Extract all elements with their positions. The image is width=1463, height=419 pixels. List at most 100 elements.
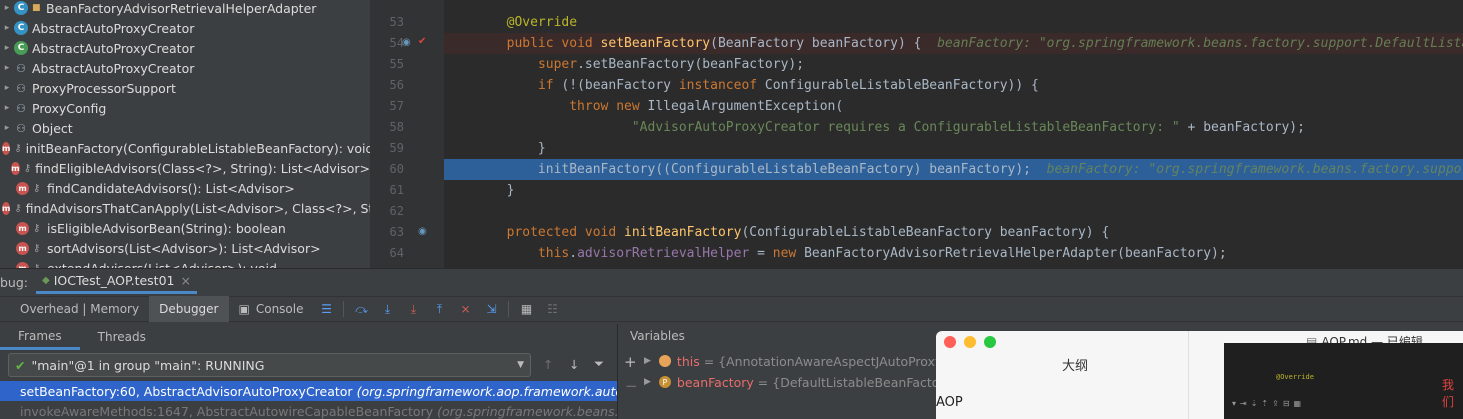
tab-debugger[interactable]: Debugger <box>149 296 229 322</box>
outline-item[interactable]: AOP <box>936 395 963 410</box>
code-line[interactable]: super.setBeanFactory(beanFactory); <box>444 54 1463 75</box>
code-token: initBeanFactory <box>624 225 742 240</box>
frame-row[interactable]: setBeanFactory:60, AbstractAdvisorAutoPr… <box>0 381 663 401</box>
line-number: 62 <box>389 204 404 218</box>
code-token: super <box>537 57 578 72</box>
frame-down-icon[interactable]: ↓ <box>569 357 579 372</box>
expand-arrow-icon[interactable]: ▶ <box>644 356 651 366</box>
filter-icon[interactable]: ⏷ <box>594 356 604 372</box>
code-editor[interactable]: @Override public void setBeanFactory(Bea… <box>444 0 1463 268</box>
expand-arrow-icon[interactable]: ▶ <box>644 377 651 387</box>
expand-arrow-icon[interactable]: ▸ <box>0 103 14 113</box>
tab-overhead-memory[interactable]: Overhead | Memory <box>10 296 149 322</box>
expand-arrow-icon[interactable]: ▸ <box>0 43 14 53</box>
tab-frames[interactable]: Frames <box>0 324 80 350</box>
code-token: advisorRetrievalHelper <box>577 246 750 261</box>
structure-item[interactable]: ▸ ⚇ ProxyProcessorSupport <box>0 78 370 98</box>
line-number: 63 <box>389 225 404 239</box>
zoom-window-button[interactable] <box>984 336 996 348</box>
close-window-button[interactable] <box>944 336 956 348</box>
line-number: 55 <box>389 57 404 71</box>
method-icon: m <box>2 141 11 155</box>
structure-item[interactable]: ▸ C AbstractAutoProxyCreator <box>0 18 370 38</box>
preview-toolbar: ▾⇥⇣⇡⇪⊟▦ <box>1232 399 1306 408</box>
step-out-icon[interactable]: ⤒ <box>426 296 452 322</box>
override-marker-icon[interactable]: ◉ <box>402 37 411 48</box>
structure-item[interactable]: ▸ ⚇ ProxyConfig <box>0 98 370 118</box>
code-line[interactable]: protected void initBeanFactory(Configura… <box>444 222 1463 243</box>
code-token: protected void <box>506 225 625 240</box>
remove-watch-icon[interactable]: − <box>625 377 638 395</box>
close-tab-icon[interactable]: × <box>180 273 190 288</box>
trace-stream-icon[interactable]: ☷ <box>539 296 565 322</box>
method-icon: m <box>16 181 29 195</box>
debug-title-bar: bug: ◆ IOCTest_AOP.test01 × <box>0 270 1463 294</box>
implemented-marker-icon[interactable]: ◉ <box>418 226 427 237</box>
expand-arrow-icon[interactable]: ▸ <box>0 63 14 73</box>
toolbar-separator <box>343 301 345 317</box>
step-over-icon[interactable]: ⤼ <box>348 296 374 322</box>
structure-item[interactable]: m ⚷ findAdvisorsThatCanApply(List<Advisor>… <box>0 198 370 218</box>
variable-row[interactable]: ▶ this = {AnnotationAwareAspectJAutoProx… <box>644 351 951 371</box>
protected-key-icon: ⚷ <box>33 242 41 254</box>
structure-item[interactable]: m ⚷ isEligibleAdvisorBean(String): boolean <box>0 218 370 238</box>
expand-arrow-icon[interactable]: ▸ <box>0 3 14 13</box>
thread-select[interactable]: ✔ "main"@1 in group "main": RUNNING ▼ <box>8 353 531 377</box>
protected-key-icon: ⚷ <box>33 222 41 234</box>
force-step-into-icon[interactable]: ⤓ <box>400 296 426 322</box>
code-token: setBeanFactory <box>600 36 711 51</box>
line-pad <box>444 36 475 51</box>
breakpoint-icon[interactable]: ✔ <box>418 36 426 47</box>
console-icon: ▣ <box>238 302 250 316</box>
code-line[interactable]: public void setBeanFactory(BeanFactory b… <box>444 33 1463 54</box>
structure-item-label: findAdvisorsThatCanApply(List<Advisor>, … <box>25 200 370 216</box>
drop-frame-icon[interactable]: ⨯ <box>452 296 478 322</box>
code-token: @Override <box>506 15 578 30</box>
code-line[interactable]: } <box>444 138 1463 159</box>
run-to-cursor-icon[interactable]: ⇲ <box>478 296 504 322</box>
structure-item[interactable]: ▸ ⚇ AbstractAutoProxyCreator <box>0 58 370 78</box>
code-line[interactable]: } <box>444 180 1463 201</box>
protected-key-icon: ⚷ <box>14 202 22 214</box>
structure-item[interactable]: m ⚷ findEligibleAdvisors(Class<?>, String)… <box>0 158 370 178</box>
parameter-icon: P <box>658 376 671 388</box>
code-line[interactable]: "AdvisorAutoProxyCreator requires a Conf… <box>444 117 1463 138</box>
code-line[interactable] <box>444 201 1463 222</box>
frame-row[interactable]: invokeAwareMethods:1647, AbstractAutowir… <box>0 401 663 419</box>
class-icon: C <box>14 1 28 15</box>
step-into-icon[interactable]: ⤓ <box>374 296 400 322</box>
tab-console[interactable]: ▣ Console <box>229 296 314 322</box>
code-line[interactable]: @Override <box>444 12 1463 33</box>
tab-threads[interactable]: Threads <box>80 324 164 350</box>
code-line[interactable]: if (!(beanFactory instanceof Configurabl… <box>444 75 1463 96</box>
expand-arrow-icon[interactable]: ▸ <box>0 123 14 133</box>
minimize-window-button[interactable] <box>964 336 976 348</box>
structure-item[interactable]: ▸ C AbstractAutoProxyCreator <box>0 38 370 58</box>
structure-item[interactable]: m ⚷ initBeanFactory(ConfigurableListableBe… <box>0 138 370 158</box>
code-line[interactable]: this.advisorRetrievalHelper = new BeanFa… <box>444 243 1463 264</box>
method-icon: m <box>11 161 20 175</box>
run-config-tab[interactable]: ◆ IOCTest_AOP.test01 × <box>36 270 197 294</box>
code-line[interactable]: initBeanFactory((ConfigurableListableBea… <box>444 159 1463 180</box>
run-config-name: IOCTest_AOP.test01 <box>53 273 175 288</box>
structure-item[interactable]: ▸ ⚇ Object <box>0 118 370 138</box>
show-execution-point-icon[interactable]: ☰ <box>313 296 339 322</box>
add-watch-icon[interactable]: + <box>624 353 637 371</box>
expand-arrow-icon[interactable]: ▸ <box>0 83 14 93</box>
structure-item[interactable]: m ⚷ findCandidateAdvisors(): List<Advisor> <box>0 178 370 198</box>
line-pad <box>444 15 475 30</box>
variable-row[interactable]: ▶ P beanFactory = {DefaultListableBeanFa… <box>644 372 965 392</box>
code-token: this <box>537 246 570 261</box>
expand-arrow-icon[interactable]: ▸ <box>0 23 14 33</box>
evaluate-expression-icon[interactable]: ▦ <box>513 296 539 322</box>
line-pad <box>444 57 475 72</box>
structure-item[interactable]: ▸ C ■ BeanFactoryAdvisorRetrievalHelperAdap… <box>0 0 370 18</box>
code-line[interactable]: throw new IllegalArgumentException( <box>444 96 1463 117</box>
frame-up-icon[interactable]: ↑ <box>543 357 553 372</box>
code-token: BeanFactoryAdvisorRetrievalHelperAdapter… <box>804 246 1227 261</box>
structure-item-label: isEligibleAdvisorBean(String): boolean <box>47 220 286 236</box>
line-pad <box>444 204 475 219</box>
structure-item[interactable]: m ⚷ sortAdvisors(List<Advisor>): List<Advi… <box>0 238 370 258</box>
